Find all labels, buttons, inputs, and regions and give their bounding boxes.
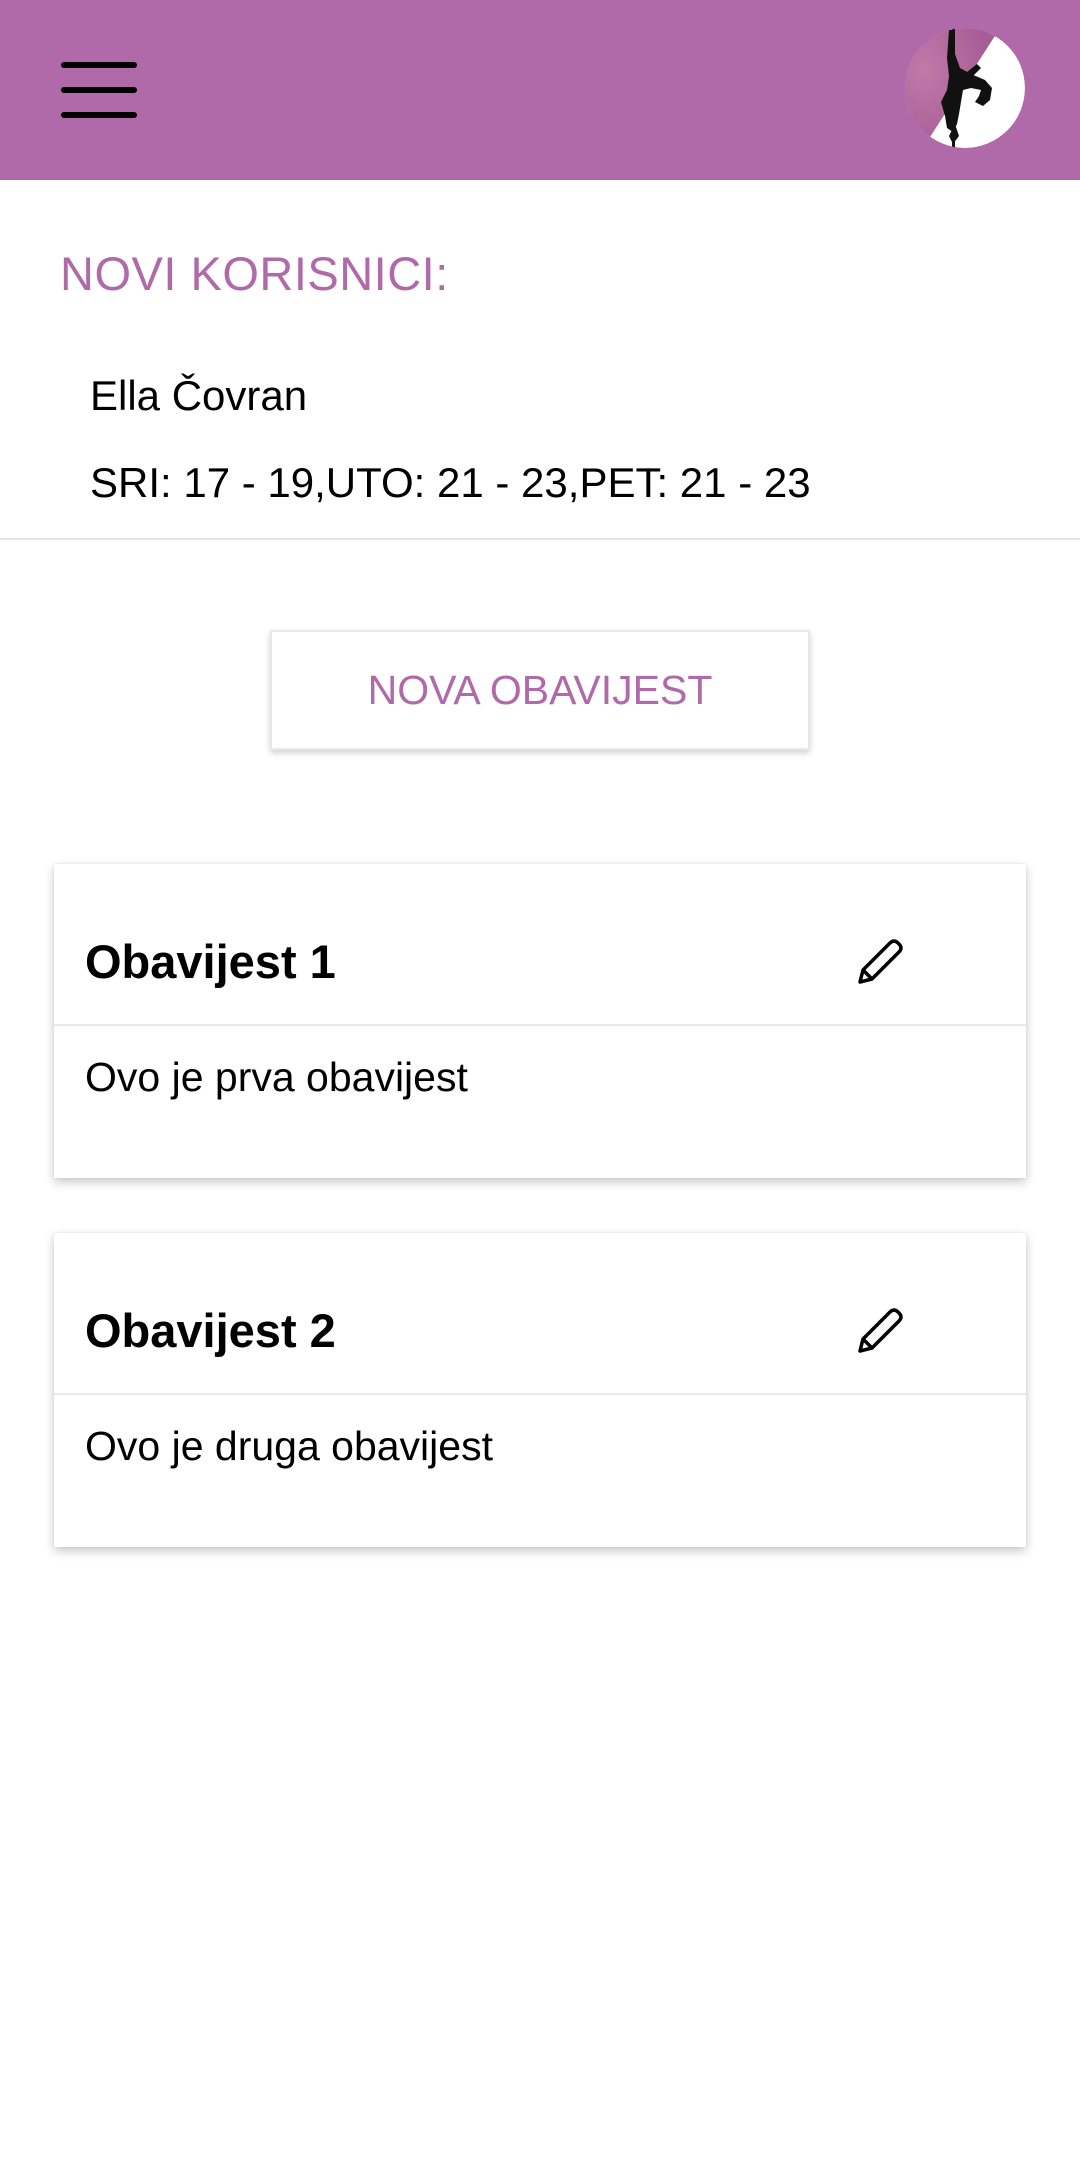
notice-title: Obavijest 1 <box>85 935 336 988</box>
user-name: Ella Čovran <box>90 372 308 419</box>
user-schedule: SRI: 17 - 19,UTO: 21 - 23,PET: 21 - 23 <box>90 459 811 506</box>
notice-card-header: Obavijest 1 <box>54 864 1026 1026</box>
notice-card: Obavijest 1 Ovo je prva obavijest <box>54 864 1026 1178</box>
edit-notice-button[interactable] <box>852 934 908 990</box>
new-users-section: NOVI KORISNICI: Ella Čovran SRI: 17 - 19… <box>0 180 1080 540</box>
hamburger-menu-icon-bar <box>61 87 137 93</box>
pole-dancer-logo-icon <box>905 28 1025 148</box>
notice-body: Ovo je druga obavijest <box>85 1423 493 1469</box>
section-title: NOVI KORISNICI: <box>60 247 449 300</box>
notice-card: Obavijest 2 Ovo je druga obavijest <box>54 1233 1026 1547</box>
pencil-icon <box>858 939 903 984</box>
edit-notice-button[interactable] <box>852 1303 908 1359</box>
menu-button[interactable] <box>50 50 148 130</box>
notice-title: Obavijest 2 <box>85 1304 336 1357</box>
hamburger-menu-icon <box>61 62 137 68</box>
notice-body: Ovo je prva obavijest <box>85 1054 468 1100</box>
avatar[interactable] <box>905 28 1025 148</box>
app-bar <box>0 0 1080 180</box>
hamburger-menu-icon-bar <box>61 112 137 118</box>
pencil-icon <box>858 1308 903 1353</box>
new-notice-button[interactable]: NOVA OBAVIJEST <box>270 630 810 750</box>
notice-card-header: Obavijest 2 <box>54 1233 1026 1395</box>
